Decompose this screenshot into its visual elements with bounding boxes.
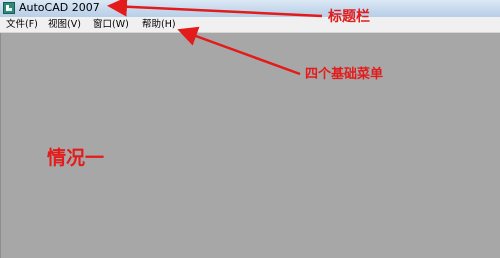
menu-help[interactable]: 帮助(H) xyxy=(142,18,176,31)
title-bar-annotation: 标题栏 xyxy=(328,9,370,25)
menu-file[interactable]: 文件(F) xyxy=(6,18,38,31)
app-window: AutoCAD 2007 文件(F) 视图(V) 窗口(W) 帮助(H) 标题栏… xyxy=(0,0,500,258)
menu-bar: 文件(F) 视图(V) 窗口(W) 帮助(H) xyxy=(0,17,500,33)
menus-annotation: 四个基础菜单 xyxy=(305,67,384,82)
menu-window[interactable]: 窗口(W) xyxy=(93,18,129,31)
autocad-app-icon[interactable] xyxy=(3,2,15,14)
menu-view[interactable]: 视图(V) xyxy=(48,18,81,31)
case-annotation: 情况一 xyxy=(47,147,105,169)
window-title: AutoCAD 2007 xyxy=(19,1,100,14)
title-bar[interactable]: AutoCAD 2007 xyxy=(0,0,500,17)
